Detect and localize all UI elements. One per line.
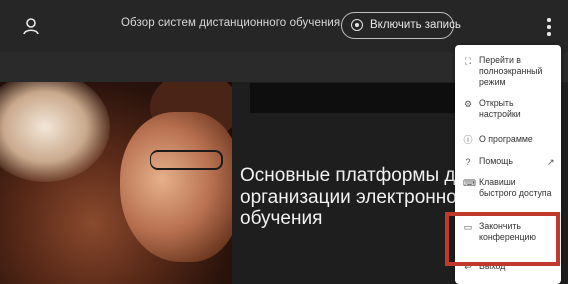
slide-title-line: организации электронно [240,186,457,208]
dropdown-menu: ⛶ Перейти в полноэкранный режим ⚙ Открыт… [455,45,561,284]
menu-item-label: быстрого доступа [479,188,552,198]
record-button-label: Включить запись [370,19,461,31]
kebab-menu-icon[interactable] [544,18,554,38]
page-title: Обзор систем дистанционного обучения [121,17,341,29]
menu-item-label: Выход [479,261,506,271]
slide-title-line: Основные платформы д [240,165,456,186]
menu-item-label: настройки [479,109,521,119]
menu-item-label: полноэкранный [479,66,543,76]
menu-item-label: Клавиши [479,177,516,187]
menu-item-label: Помощь [479,156,513,166]
menu-item-label: режим [479,77,506,87]
slide-title-line: обучения [240,208,323,229]
fullscreen-icon: ⛶ [464,56,472,66]
user-icon[interactable] [20,15,42,37]
record-button[interactable]: Включить запись [341,12,461,39]
menu-item-label: Открыть [479,98,514,108]
slide-title: Основные платформы д организации электро… [240,165,457,230]
end-conference-icon: ▭ [463,222,473,232]
keyboard-icon: ⌨ [463,178,476,188]
redacted-box [250,83,460,113]
logout-icon: ↩ [464,262,472,272]
external-link-icon: ↗ [547,157,555,167]
app-window: Обзор систем дистанционного обучения Вкл… [0,0,568,284]
presenter-photo [0,82,232,284]
menu-item-label: Перейти в [479,55,521,65]
menu-item-label: Закончить [479,221,522,231]
menu-item-label: конференцию [479,232,537,242]
settings-icon: ⚙ [463,99,473,109]
menu-item-label: О программе [479,134,533,144]
help-icon: ? [465,157,471,167]
record-icon [351,19,363,31]
info-icon: ⓘ [463,135,473,145]
